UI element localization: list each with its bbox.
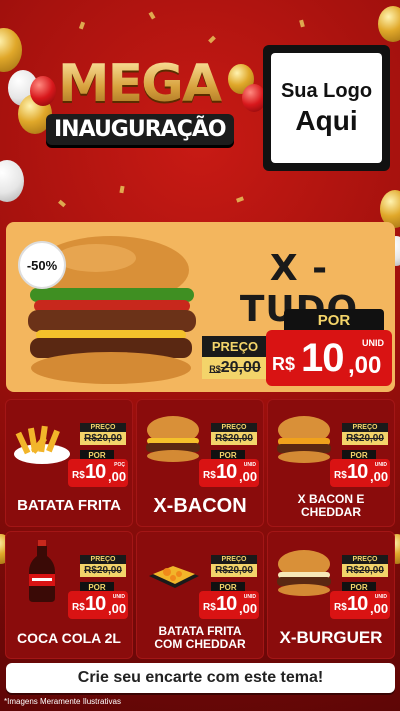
old-price-box: PREÇO R$20,00 xyxy=(342,423,388,445)
preco-label: PREÇO xyxy=(342,555,388,564)
price-tag: R$ 10 ,00 UNID xyxy=(68,591,128,619)
burger-icon xyxy=(277,416,331,463)
hero-preco-label: PREÇO xyxy=(202,336,268,357)
price-tag: R$ 10 ,00 POÇ xyxy=(68,459,128,487)
hero-price-cents: ,00 xyxy=(348,352,382,379)
old-price-box: PREÇO R$20,00 xyxy=(80,423,126,445)
burger-icon xyxy=(146,416,200,462)
footnote: *Imagens Meramente Ilustrativas xyxy=(4,697,121,706)
logo-line-2: Aqui xyxy=(295,104,358,136)
hero-card: -50% X - TUDO PREÇO R$20,00 POR R$ 10 ,0… xyxy=(6,222,395,392)
product-name: X-BURGUER xyxy=(279,628,383,648)
old-price: R$20,00 xyxy=(211,564,257,577)
logo-line-1: Sua Logo xyxy=(280,79,373,102)
hero-old-price: R$20,00 xyxy=(202,357,268,379)
currency: R$ xyxy=(203,602,216,613)
unit: UNID xyxy=(243,462,256,468)
product-card: PREÇO R$20,00 POR R$ 10 ,00 POÇ BATATA F… xyxy=(5,399,133,527)
preco-label: PREÇO xyxy=(342,423,388,432)
currency: R$ xyxy=(334,602,347,613)
currency: R$ xyxy=(203,470,216,481)
product-name: X BACON E CHEDDAR xyxy=(297,492,365,519)
price-tag: R$ 10 ,00 UNID xyxy=(199,591,259,619)
hero-currency: R$ xyxy=(272,354,296,374)
fries-cheddar-icon xyxy=(149,566,199,588)
unit: UNID xyxy=(112,594,125,600)
old-price: R$20,00 xyxy=(80,564,126,577)
old-price: R$20,00 xyxy=(342,432,388,445)
headline-mega: MEGA xyxy=(46,56,232,112)
product-card: PREÇO R$20,00 POR R$ 10 ,00 UNID BATATA … xyxy=(136,531,264,659)
soda-bottle-icon xyxy=(29,540,55,602)
product-name: X-BACON xyxy=(153,494,247,517)
product-card: PREÇO R$20,00 POR R$ 10 ,00 UNID COCA CO… xyxy=(5,531,133,659)
currency: R$ xyxy=(72,470,85,481)
price-tag: R$ 10 ,00 UNID xyxy=(330,591,390,619)
product-card: PREÇO R$20,00 POR R$ 10 ,00 UNID X-BURGU… xyxy=(267,531,395,659)
product-card: PREÇO R$20,00 POR R$ 10 ,00 UNID X-BACON xyxy=(136,399,264,527)
hero-price-int: 10 xyxy=(301,336,344,380)
price-int: 10 xyxy=(347,593,368,615)
preco-label: PREÇO xyxy=(211,555,257,564)
price-int: 10 xyxy=(216,461,237,483)
hero-price-tag: R$ 10 ,00 UNID xyxy=(266,330,392,386)
unit: UNID xyxy=(374,462,387,468)
old-price: R$20,00 xyxy=(211,432,257,445)
logo-inner: Sua Logo Aqui xyxy=(271,53,382,163)
gold-balloon-icon xyxy=(378,6,400,42)
price-int: 10 xyxy=(85,593,106,615)
burger-icon xyxy=(277,550,331,596)
hero-por-label: POR xyxy=(284,309,384,332)
hero-unit: UNID xyxy=(362,338,384,348)
unit: POÇ xyxy=(114,462,125,468)
price-int: 10 xyxy=(347,461,368,483)
price-tag: R$ 10 ,00 UNID xyxy=(330,459,390,487)
price-tag: R$ 10 ,00 UNID xyxy=(199,459,259,487)
preco-label: PREÇO xyxy=(80,555,126,564)
discount-badge: -50% xyxy=(18,241,66,289)
hero-old-value: 20,00 xyxy=(220,359,261,376)
preco-label: PREÇO xyxy=(80,423,126,432)
unit: UNID xyxy=(374,594,387,600)
hero-old-prefix: R$ xyxy=(209,364,221,374)
preco-label: PREÇO xyxy=(211,423,257,432)
price-cents: ,00 xyxy=(239,601,258,616)
currency: R$ xyxy=(334,470,347,481)
old-price: R$20,00 xyxy=(342,564,388,577)
price-int: 10 xyxy=(85,461,106,483)
price-int: 10 xyxy=(216,593,237,615)
price-cents: ,00 xyxy=(370,601,389,616)
product-name: COCA COLA 2L xyxy=(17,629,121,646)
old-price-box: PREÇO R$20,00 xyxy=(211,423,257,445)
price-cents: ,00 xyxy=(239,469,258,484)
product-name: BATATA FRITA COM CHEDDAR xyxy=(154,624,246,651)
old-price-box: PREÇO R$20,00 xyxy=(342,555,388,577)
price-cents: ,00 xyxy=(370,469,389,484)
old-price: R$20,00 xyxy=(80,432,126,445)
cta-banner[interactable]: Crie seu encarte com este tema! xyxy=(6,663,395,693)
fries-icon xyxy=(14,425,70,464)
hero-old-price-box: PREÇO R$20,00 xyxy=(202,336,268,379)
price-cents: ,00 xyxy=(108,601,127,616)
headline: MEGA INAUGURAÇÃO xyxy=(46,56,234,166)
headline-inauguracao: INAUGURAÇÃO xyxy=(46,114,234,145)
price-cents: ,00 xyxy=(108,469,127,484)
logo-placeholder: Sua Logo Aqui xyxy=(263,45,390,171)
product-card: PREÇO R$20,00 POR R$ 10 ,00 UNID X BACON… xyxy=(267,399,395,527)
product-name: BATATA FRITA xyxy=(17,497,121,515)
old-price-box: PREÇO R$20,00 xyxy=(211,555,257,577)
unit: UNID xyxy=(243,594,256,600)
currency: R$ xyxy=(72,602,85,613)
old-price-box: PREÇO R$20,00 xyxy=(80,555,126,577)
